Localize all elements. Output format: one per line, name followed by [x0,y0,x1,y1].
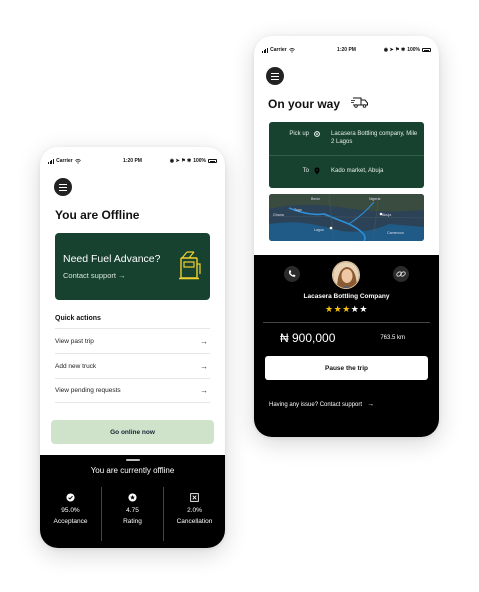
trip-sheet: Lacasera Bottling Company ★★★★★ ₦ 900,00… [254,255,439,437]
quick-actions-title: Quick actions [55,315,101,322]
company-name: Lacasera Bottling Company [303,293,390,300]
arrow-right-icon: → [367,401,375,408]
contact-support-link[interactable]: Having any issue? Contact support → [269,401,374,408]
pickup-row: Pick up Lacasera Bottling company, Mile … [269,122,424,155]
svg-text:Benin: Benin [311,197,320,201]
pause-trip-button[interactable]: Pause the trip [265,356,428,380]
status-bar: Carrier 1:20 PM ◉ ➤ ⚑ ✱ 100% [40,156,225,166]
svg-text:Abuja: Abuja [382,213,391,217]
page: Carrier 1:20 PM ◉ ➤ ⚑ ✱ 100% You are Off… [0,0,479,592]
stat-label: Acceptance [53,518,88,525]
location-pin-icon [314,167,320,175]
quick-actions-list: View past trip → Add new truck → View pe… [55,328,210,403]
route-card: Pick up Lacasera Bottling company, Mile … [269,122,424,188]
link-icon [396,271,406,277]
cancel-box-icon [190,493,199,502]
svg-text:Togo: Togo [294,208,302,212]
status-icons: ◉ ➤ ⚑ ✱ [169,158,192,164]
battery-icon [422,48,431,52]
star-empty-icon: ★ [359,304,368,314]
stat-label: Cancellation [176,518,213,525]
fuel-pump-icon [179,251,201,280]
trip-distance: 763.5 km [380,335,405,341]
arrow-right-icon: → [200,336,208,346]
status-bar: Carrier 1:20 PM ◉ ➤ ⚑ ✱ 100% [254,45,439,55]
issue-text: Having any issue? Contact support [269,402,363,408]
star-filled-icon: ★ [333,304,343,314]
destination-label: To [302,168,309,174]
go-online-button[interactable]: Go online now [51,420,214,444]
check-badge-icon [66,493,75,502]
stat-value: 95.0% [61,507,80,514]
pickup-address: Lacasera Bottling company, Mile 2 Lagos [331,131,418,145]
svg-text:Lagos: Lagos [314,228,324,232]
phone-icon [288,270,296,277]
quick-action-label: View pending requests [55,387,121,394]
arrow-right-icon: → [200,386,208,395]
call-button[interactable] [284,266,300,282]
quick-action-label: View past trip [55,337,94,345]
battery-percent: 100% [407,47,420,53]
route-map[interactable]: Benin Nigeria Togo Ghana Lagos Abuja Cam… [269,194,424,241]
stats-row: 95.0% Acceptance 4.75 Rating 2.0% Cancel… [40,487,225,541]
rating-stars: ★★★★★ [254,304,439,315]
stat-value: 4.75 [126,507,139,514]
trip-price: ₦ 900,000 [280,331,336,345]
battery-icon [208,159,217,163]
trip-screen: Carrier 1:20 PM ◉ ➤ ⚑ ✱ 100% On your way… [254,36,439,437]
stat-value: 2.0% [187,507,202,514]
destination-address: Kado market, Abuja [331,168,384,174]
fuel-advance-title: Need Fuel Advance? [63,253,161,265]
star-badge-icon [128,493,137,502]
battery-percent: 100% [193,158,206,164]
svg-text:Nigeria: Nigeria [369,197,380,201]
fuel-advance-card[interactable]: Need Fuel Advance? Contact support → [55,233,210,300]
svg-text:Cameroon: Cameroon [387,231,404,235]
destination-row: To Kado market, Abuja [269,155,424,188]
stat-label: Rating [123,518,142,525]
star-filled-icon: ★ [342,304,351,314]
quick-action-label: Add new truck [55,362,97,370]
offline-sheet: You are currently offline 95.0% Acceptan… [40,455,225,548]
quick-action-view-pending-requests[interactable]: View pending requests → [55,378,210,403]
offline-status-text: You are currently offline [90,466,175,475]
page-title: You are Offline [55,208,140,222]
page-title: On your way [268,97,341,111]
status-icons: ◉ ➤ ⚑ ✱ [383,47,406,53]
star-filled-icon: ★ [325,304,334,314]
quick-action-view-past-trip[interactable]: View past trip → [55,328,210,353]
pickup-dot-icon [314,131,320,137]
divider [263,322,430,323]
menu-button[interactable] [54,178,72,196]
arrow-right-icon: → [200,361,208,371]
chat-button[interactable] [393,266,409,282]
offline-screen: Carrier 1:20 PM ◉ ➤ ⚑ ✱ 100% You are Off… [40,147,225,548]
svg-text:Ghana: Ghana [273,213,284,217]
pickup-label: Pick up [289,131,309,137]
map-graphic: Benin Nigeria Togo Ghana Lagos Abuja Cam… [269,194,424,241]
sheet-handle[interactable] [125,459,140,461]
driver-photo [333,262,359,288]
menu-button[interactable] [266,67,284,85]
truck-icon [351,97,368,108]
stat-cancellation: 2.0% Cancellation [163,487,225,541]
stat-acceptance: 95.0% Acceptance [40,487,101,541]
contact-support-link[interactable]: Contact support → [63,271,126,280]
stat-rating: 4.75 Rating [101,487,163,541]
avatar [332,261,360,289]
quick-action-add-new-truck[interactable]: Add new truck → [55,353,210,378]
